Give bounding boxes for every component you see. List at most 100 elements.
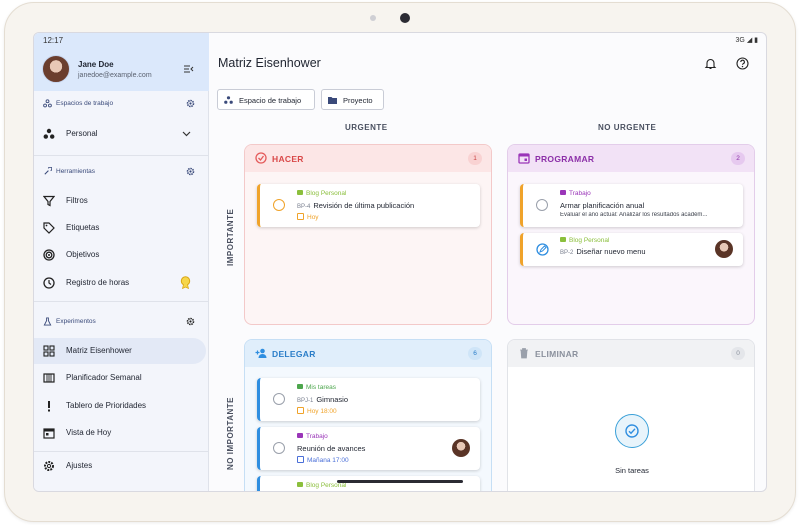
sidebar-item-label: Objetivos xyxy=(66,250,100,259)
sidebar-item-settings[interactable]: Ajustes xyxy=(34,453,209,479)
project-name: Blog Personal xyxy=(306,482,347,489)
project-name: Trabajo xyxy=(569,190,591,197)
premium-badge-icon xyxy=(180,276,191,289)
task-title-text: Gimnasio xyxy=(316,395,349,404)
quadrant-header: PROGRAMAR 2 xyxy=(508,145,754,172)
assignee-avatar[interactable] xyxy=(452,439,470,457)
add-person-icon xyxy=(255,348,267,358)
column-header-not-urgent: NO URGENTE xyxy=(598,123,657,132)
folder-icon xyxy=(297,433,303,438)
sidebar-item-label: Ajustes xyxy=(66,461,93,470)
experiments-settings-icon[interactable] xyxy=(186,317,195,326)
task-count-badge: 6 xyxy=(468,347,482,360)
task-description: Evaluar el año actual: Analizar los resu… xyxy=(560,212,708,218)
tools-icon xyxy=(44,167,52,175)
workspace-selector[interactable]: Personal xyxy=(34,121,209,147)
task-count-badge: 1 xyxy=(468,152,482,165)
network-indicator: 3G xyxy=(735,37,745,44)
grid-icon xyxy=(43,345,55,357)
bell-icon[interactable] xyxy=(704,57,717,70)
account-header: 12:17 Jane Doe janedoe@example.com xyxy=(34,33,209,91)
task-title: Armar planificación anual xyxy=(560,201,645,210)
home-indicator[interactable] xyxy=(337,480,463,483)
sidebar-item-label: Planificador Semanal xyxy=(66,373,142,382)
due-text: Hoy 18:00 xyxy=(307,408,337,415)
sidebar-item-tags[interactable]: Etiquetas xyxy=(34,215,209,241)
chevron-down-icon xyxy=(182,131,191,137)
task-card[interactable]: Trabajo Armar planificación anual Evalua… xyxy=(520,184,743,227)
task-card[interactable]: Blog Personal BP-2 Diseñar nuevo menu xyxy=(520,233,743,266)
calendar-today-icon xyxy=(43,428,55,439)
in-progress-toggle[interactable] xyxy=(273,199,285,211)
project-name: Blog Personal xyxy=(306,190,347,197)
calendar-icon xyxy=(297,456,304,463)
folder-icon xyxy=(297,384,303,389)
sidebar: 12:17 Jane Doe janedoe@example.com Espac… xyxy=(34,33,209,491)
experiments-title: Experimentos xyxy=(56,318,96,325)
sidebar-item-weekly-planner[interactable]: Planificador Semanal xyxy=(34,365,209,391)
gear-icon xyxy=(44,461,54,471)
task-title: Reunión de avances xyxy=(297,444,366,453)
calendar-week-icon xyxy=(43,373,55,383)
target-icon xyxy=(43,249,55,261)
tools-settings-icon[interactable] xyxy=(186,167,195,176)
quadrant-header: ELIMINAR 0 xyxy=(508,340,754,367)
due-date: Hoy xyxy=(297,213,319,221)
due-text: Mañana 17:00 xyxy=(307,457,349,464)
assignee-avatar[interactable] xyxy=(715,240,733,258)
chip-label: Proyecto xyxy=(343,96,373,105)
project-name: Mis tareas xyxy=(306,384,336,391)
project-tag: Blog Personal xyxy=(297,190,346,197)
check-circle-icon xyxy=(625,424,639,438)
sidebar-item-time-log[interactable]: Registro de horas xyxy=(34,270,209,296)
task-card[interactable]: Trabajo Reunión de avances Mañana 17:00 xyxy=(257,427,480,470)
complete-toggle[interactable] xyxy=(536,199,548,211)
calendar-icon xyxy=(518,153,530,164)
task-title: BP-2 Diseñar nuevo menu xyxy=(560,247,646,256)
edit-circle-icon[interactable] xyxy=(536,243,549,256)
exclamation-icon xyxy=(48,401,50,412)
task-title: BPJ-1 Gimnasio xyxy=(297,395,348,404)
folder-icon xyxy=(297,190,303,195)
divider xyxy=(34,451,209,452)
workspaces-icon xyxy=(43,99,52,108)
sidebar-item-label: Matriz Eisenhower xyxy=(66,346,132,355)
task-card[interactable]: Blog Personal BP-4 Revisión de última pub… xyxy=(257,184,480,227)
workspaces-settings-icon[interactable] xyxy=(186,99,195,108)
task-code: BPJ-1 xyxy=(297,398,314,404)
task-title-text: Revisión de última publicación xyxy=(313,201,415,210)
calendar-icon xyxy=(297,407,304,414)
task-count-badge: 0 xyxy=(731,347,745,360)
workspace-filter-chip[interactable]: Espacio de trabajo xyxy=(217,89,315,110)
status-time: 12:17 xyxy=(43,36,64,45)
sidebar-item-goals[interactable]: Objetivos xyxy=(34,242,209,268)
quadrant-title: PROGRAMAR xyxy=(535,154,595,164)
task-count-badge: 2 xyxy=(731,152,745,165)
due-date: Hoy 18:00 xyxy=(297,407,337,415)
tools-title: Herramientas xyxy=(56,168,96,175)
workspace-icon xyxy=(224,96,233,104)
task-title: BP-4 Revisión de última publicación xyxy=(297,201,414,210)
divider xyxy=(34,301,209,302)
project-filter-chip[interactable]: Proyecto xyxy=(321,89,384,110)
sidebar-item-eisenhower[interactable]: Matriz Eisenhower xyxy=(34,338,206,364)
quadrant-eliminate: ELIMINAR 0 Sin tareas xyxy=(507,339,755,491)
workspace-icon xyxy=(43,128,55,139)
task-card[interactable]: Mis tareas BPJ-1 Gimnasio Hoy 18:00 xyxy=(257,378,480,421)
row-header-not-important: NO IMPORTANTE xyxy=(226,396,235,470)
workspaces-title: Espacios de trabajo xyxy=(56,100,114,107)
complete-toggle[interactable] xyxy=(273,393,285,405)
complete-toggle[interactable] xyxy=(273,442,285,454)
collapse-menu-icon[interactable] xyxy=(184,65,194,73)
avatar[interactable] xyxy=(42,55,70,83)
help-icon[interactable] xyxy=(736,57,749,70)
sidebar-item-filters[interactable]: Filtros xyxy=(34,188,209,214)
sidebar-item-priority-board[interactable]: Tablero de Prioridades xyxy=(34,393,209,419)
sidebar-item-label: Filtros xyxy=(66,196,88,205)
sidebar-item-today-view[interactable]: Vista de Hoy xyxy=(34,420,209,446)
flask-icon xyxy=(43,317,52,326)
sidebar-item-label: Registro de horas xyxy=(66,278,130,287)
quadrant-header: HACER 1 xyxy=(245,145,491,172)
task-card[interactable]: Blog Personal xyxy=(257,476,480,491)
user-name: Jane Doe xyxy=(78,60,114,69)
